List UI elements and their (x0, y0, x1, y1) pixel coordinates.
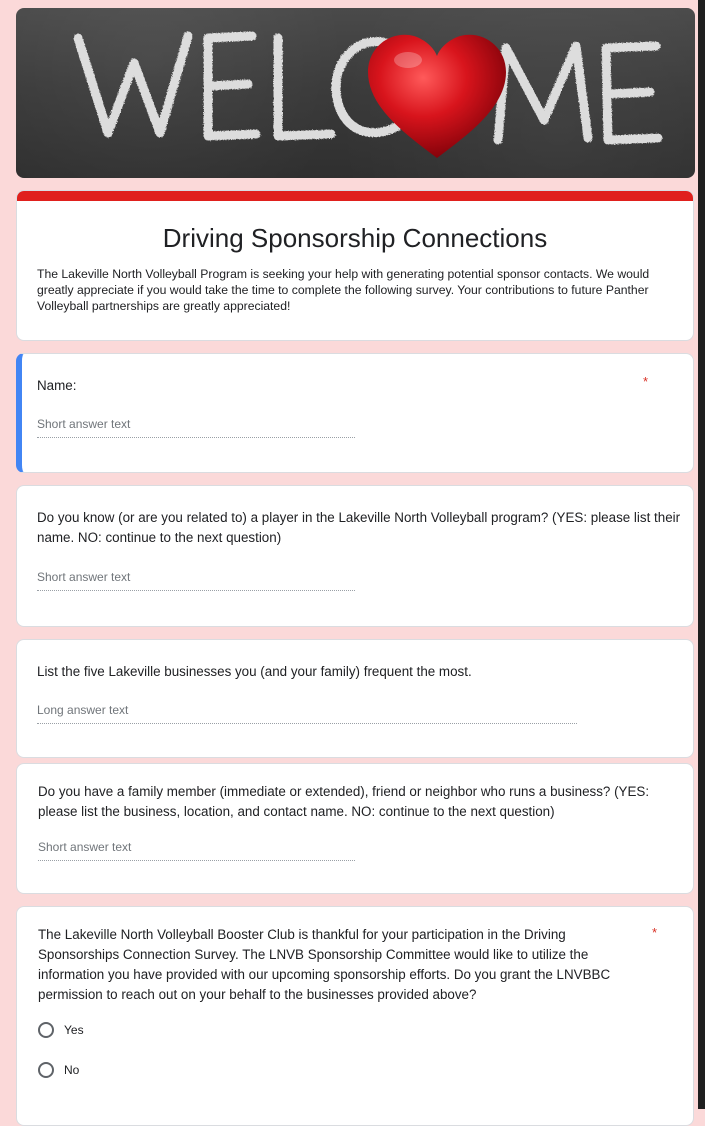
form-title: Driving Sponsorship Connections (162, 223, 548, 253)
short-answer-field[interactable]: Short answer text (37, 417, 355, 438)
heart-icon (368, 34, 506, 158)
question-title: Do you know (or are you related to) a pl… (37, 510, 681, 545)
radio-button-icon[interactable] (38, 1062, 54, 1078)
required-asterisk: * (652, 925, 658, 940)
form-header-card: Driving Sponsorship Connections The Lake… (16, 190, 694, 341)
question-card-player-relation[interactable]: Do you know (or are you related to) a pl… (16, 485, 694, 627)
radio-option-yes[interactable]: Yes (38, 1022, 84, 1038)
question-card-family-business[interactable]: Do you have a family member (immediate o… (16, 763, 694, 894)
radio-button-icon[interactable] (38, 1022, 54, 1038)
header-banner-image (16, 8, 695, 178)
option-label: No (64, 1063, 80, 1077)
question-title: Name: (37, 378, 77, 393)
short-answer-field[interactable]: Short answer text (37, 570, 355, 591)
theme-color-bar (17, 191, 693, 201)
question-card-permission[interactable]: The Lakeville North Volleyball Booster C… (16, 906, 694, 1126)
radio-option-no[interactable]: No (38, 1062, 79, 1078)
form-description: The Lakeville North Volleyball Program i… (37, 267, 650, 313)
question-title: List the five Lakeville businesses you (… (37, 664, 472, 679)
question-card-name[interactable]: Name: * Short answer text (16, 353, 694, 473)
question-title: Do you have a family member (immediate o… (38, 784, 650, 819)
question-card-businesses[interactable]: List the five Lakeville businesses you (… (16, 639, 694, 758)
window-edge (698, 0, 705, 1109)
short-answer-field[interactable]: Short answer text (38, 840, 355, 861)
option-label: Yes (64, 1023, 84, 1037)
required-asterisk: * (643, 374, 649, 389)
question-title: The Lakeville North Volleyball Booster C… (38, 927, 611, 1002)
long-answer-field[interactable]: Long answer text (37, 703, 577, 724)
